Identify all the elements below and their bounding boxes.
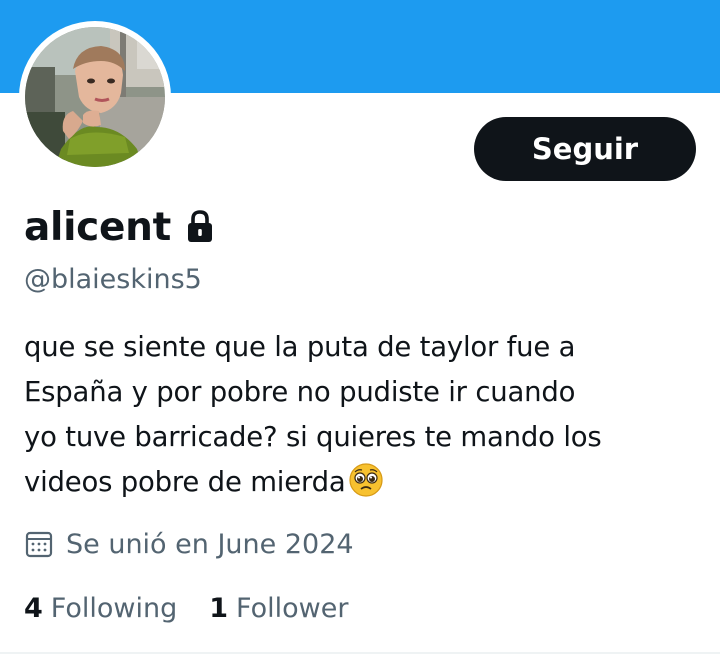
following-label: Following — [50, 592, 178, 624]
bio-text: que se siente que la puta de taylor fue … — [24, 331, 602, 498]
profile-page: Seguir alicent @blaieskins5 que se sient… — [0, 0, 720, 654]
lock-icon — [185, 210, 215, 244]
pleading-face-icon — [349, 463, 384, 497]
user-handle: @blaieskins5 — [24, 264, 202, 295]
followers-link[interactable]: 1 Follower — [209, 593, 348, 624]
display-name: alicent — [24, 204, 171, 250]
followers-label: Follower — [236, 592, 349, 624]
following-count: 4 — [24, 592, 43, 624]
name-row: alicent — [24, 200, 215, 254]
joined-date-row: Se unió en June 2024 — [24, 522, 354, 566]
calendar-icon — [24, 529, 54, 559]
followers-count: 1 — [209, 592, 229, 624]
avatar-photo — [25, 27, 165, 167]
joined-date-text: Se unió en June 2024 — [66, 528, 354, 560]
profile-bio: que se siente que la puta de taylor fue … — [24, 325, 674, 505]
follow-stats: 4 Following 1 Follower — [24, 586, 380, 630]
avatar[interactable] — [25, 27, 165, 167]
follow-button[interactable]: Seguir — [474, 117, 696, 181]
avatar-ring — [19, 21, 171, 173]
following-link[interactable]: 4 Following — [24, 593, 177, 624]
